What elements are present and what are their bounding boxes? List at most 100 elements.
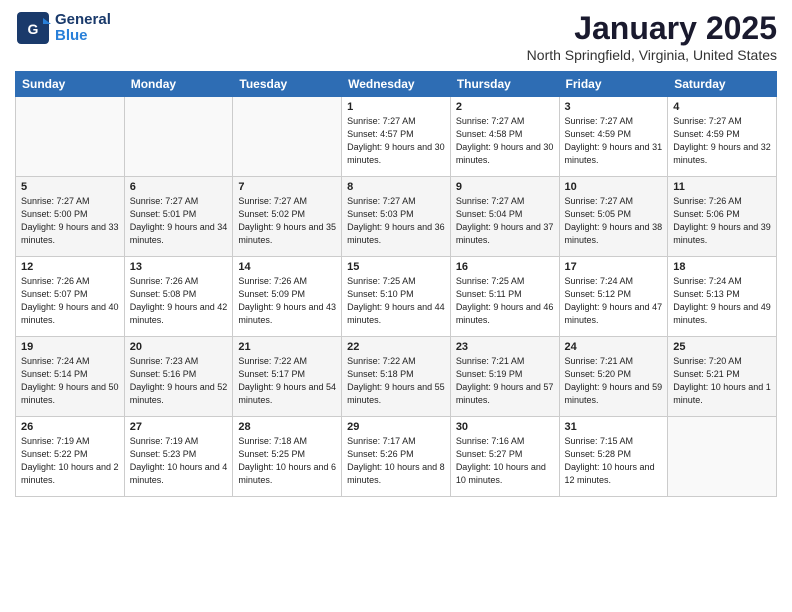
day-info: Sunrise: 7:21 AMSunset: 5:19 PMDaylight:… xyxy=(456,355,554,407)
day-number: 4 xyxy=(673,101,771,113)
calendar-cell: 2 Sunrise: 7:27 AMSunset: 4:58 PMDaylight… xyxy=(450,97,559,177)
location-title: North Springfield, Virginia, United Stat… xyxy=(527,47,777,63)
day-info: Sunrise: 7:26 AMSunset: 5:09 PMDaylight:… xyxy=(238,275,336,327)
day-info: Sunrise: 7:18 AMSunset: 5:25 PMDaylight:… xyxy=(238,435,336,487)
logo-icon: G xyxy=(15,10,51,46)
day-number: 27 xyxy=(130,421,228,433)
day-number: 11 xyxy=(673,181,771,193)
day-number: 6 xyxy=(130,181,228,193)
day-info: Sunrise: 7:27 AMSunset: 5:02 PMDaylight:… xyxy=(238,195,336,247)
day-number: 30 xyxy=(456,421,554,433)
calendar-cell: 31 Sunrise: 7:15 AMSunset: 5:28 PMDayligh… xyxy=(559,417,668,497)
day-info: Sunrise: 7:24 AMSunset: 5:14 PMDaylight:… xyxy=(21,355,119,407)
day-number: 7 xyxy=(238,181,336,193)
weekday-header-row: SundayMondayTuesdayWednesdayThursdayFrid… xyxy=(16,72,777,97)
day-number: 2 xyxy=(456,101,554,113)
calendar-cell: 27 Sunrise: 7:19 AMSunset: 5:23 PMDayligh… xyxy=(124,417,233,497)
day-number: 14 xyxy=(238,261,336,273)
day-number: 19 xyxy=(21,341,119,353)
day-number: 13 xyxy=(130,261,228,273)
calendar-cell: 5 Sunrise: 7:27 AMSunset: 5:00 PMDaylight… xyxy=(16,177,125,257)
calendar-cell xyxy=(233,97,342,177)
calendar-cell xyxy=(16,97,125,177)
week-row-2: 12 Sunrise: 7:26 AMSunset: 5:07 PMDayligh… xyxy=(16,257,777,337)
calendar-cell: 1 Sunrise: 7:27 AMSunset: 4:57 PMDaylight… xyxy=(342,97,451,177)
calendar-cell: 9Sunrise: 7:27 AMSunset: 5:04 PMDaylight… xyxy=(450,177,559,257)
day-number: 15 xyxy=(347,261,445,273)
calendar-cell: 16Sunrise: 7:25 AMSunset: 5:11 PMDayligh… xyxy=(450,257,559,337)
calendar-cell: 30 Sunrise: 7:16 AMSunset: 5:27 PMDayligh… xyxy=(450,417,559,497)
title-section: January 2025 North Springfield, Virginia… xyxy=(527,10,777,63)
calendar-cell: 15Sunrise: 7:25 AMSunset: 5:10 PMDayligh… xyxy=(342,257,451,337)
day-number: 9 xyxy=(456,181,554,193)
calendar-cell xyxy=(668,417,777,497)
calendar-cell: 8Sunrise: 7:27 AMSunset: 5:03 PMDaylight… xyxy=(342,177,451,257)
day-info: Sunrise: 7:24 AMSunset: 5:13 PMDaylight:… xyxy=(673,275,771,327)
day-info: Sunrise: 7:24 AMSunset: 5:12 PMDaylight:… xyxy=(565,275,663,327)
day-info: Sunrise: 7:21 AMSunset: 5:20 PMDaylight:… xyxy=(565,355,663,407)
week-row-0: 1 Sunrise: 7:27 AMSunset: 4:57 PMDaylight… xyxy=(16,97,777,177)
day-number: 3 xyxy=(565,101,663,113)
week-row-3: 19 Sunrise: 7:24 AMSunset: 5:14 PMDayligh… xyxy=(16,337,777,417)
day-number: 16 xyxy=(456,261,554,273)
day-number: 8 xyxy=(347,181,445,193)
weekday-header-friday: Friday xyxy=(559,72,668,97)
calendar-cell: 21 Sunrise: 7:22 AMSunset: 5:17 PMDayligh… xyxy=(233,337,342,417)
day-number: 21 xyxy=(238,341,336,353)
weekday-header-wednesday: Wednesday xyxy=(342,72,451,97)
calendar-cell: 22 Sunrise: 7:22 AMSunset: 5:18 PMDayligh… xyxy=(342,337,451,417)
day-number: 26 xyxy=(21,421,119,433)
calendar-table: SundayMondayTuesdayWednesdayThursdayFrid… xyxy=(15,71,777,497)
day-info: Sunrise: 7:27 AMSunset: 4:59 PMDaylight:… xyxy=(565,115,663,167)
day-info: Sunrise: 7:16 AMSunset: 5:27 PMDaylight:… xyxy=(456,435,554,487)
day-info: Sunrise: 7:19 AMSunset: 5:22 PMDaylight:… xyxy=(21,435,119,487)
calendar-cell: 3 Sunrise: 7:27 AMSunset: 4:59 PMDaylight… xyxy=(559,97,668,177)
day-info: Sunrise: 7:26 AMSunset: 5:08 PMDaylight:… xyxy=(130,275,228,327)
day-info: Sunrise: 7:26 AMSunset: 5:06 PMDaylight:… xyxy=(673,195,771,247)
day-number: 12 xyxy=(21,261,119,273)
calendar-cell: 14 Sunrise: 7:26 AMSunset: 5:09 PMDayligh… xyxy=(233,257,342,337)
weekday-header-saturday: Saturday xyxy=(668,72,777,97)
logo-blue-text: Blue xyxy=(55,28,111,45)
week-row-4: 26 Sunrise: 7:19 AMSunset: 5:22 PMDayligh… xyxy=(16,417,777,497)
logo: G General Blue xyxy=(15,10,111,46)
calendar-cell: 25 Sunrise: 7:20 AMSunset: 5:21 PMDayligh… xyxy=(668,337,777,417)
day-number: 28 xyxy=(238,421,336,433)
day-number: 5 xyxy=(21,181,119,193)
svg-text:G: G xyxy=(28,21,39,37)
day-info: Sunrise: 7:27 AMSunset: 4:57 PMDaylight:… xyxy=(347,115,445,167)
day-info: Sunrise: 7:22 AMSunset: 5:18 PMDaylight:… xyxy=(347,355,445,407)
calendar-cell: 6Sunrise: 7:27 AMSunset: 5:01 PMDaylight… xyxy=(124,177,233,257)
day-number: 18 xyxy=(673,261,771,273)
calendar-cell: 18 Sunrise: 7:24 AMSunset: 5:13 PMDayligh… xyxy=(668,257,777,337)
day-info: Sunrise: 7:27 AMSunset: 5:00 PMDaylight:… xyxy=(21,195,119,247)
calendar-cell xyxy=(124,97,233,177)
calendar-cell: 19 Sunrise: 7:24 AMSunset: 5:14 PMDayligh… xyxy=(16,337,125,417)
main-container: G General Blue January 2025 North Spring… xyxy=(0,0,792,502)
day-info: Sunrise: 7:19 AMSunset: 5:23 PMDaylight:… xyxy=(130,435,228,487)
calendar-cell: 20 Sunrise: 7:23 AMSunset: 5:16 PMDayligh… xyxy=(124,337,233,417)
calendar-cell: 11 Sunrise: 7:26 AMSunset: 5:06 PMDayligh… xyxy=(668,177,777,257)
day-info: Sunrise: 7:26 AMSunset: 5:07 PMDaylight:… xyxy=(21,275,119,327)
week-row-1: 5 Sunrise: 7:27 AMSunset: 5:00 PMDaylight… xyxy=(16,177,777,257)
calendar-cell: 13 Sunrise: 7:26 AMSunset: 5:08 PMDayligh… xyxy=(124,257,233,337)
day-info: Sunrise: 7:23 AMSunset: 5:16 PMDaylight:… xyxy=(130,355,228,407)
calendar-cell: 28 Sunrise: 7:18 AMSunset: 5:25 PMDayligh… xyxy=(233,417,342,497)
weekday-header-thursday: Thursday xyxy=(450,72,559,97)
day-number: 22 xyxy=(347,341,445,353)
calendar-cell: 24Sunrise: 7:21 AMSunset: 5:20 PMDayligh… xyxy=(559,337,668,417)
weekday-header-tuesday: Tuesday xyxy=(233,72,342,97)
calendar-cell: 23 Sunrise: 7:21 AMSunset: 5:19 PMDayligh… xyxy=(450,337,559,417)
weekday-header-monday: Monday xyxy=(124,72,233,97)
logo-text: General xyxy=(55,12,111,29)
day-info: Sunrise: 7:15 AMSunset: 5:28 PMDaylight:… xyxy=(565,435,663,487)
day-number: 31 xyxy=(565,421,663,433)
day-number: 25 xyxy=(673,341,771,353)
calendar-cell: 4Sunrise: 7:27 AMSunset: 4:59 PMDaylight… xyxy=(668,97,777,177)
day-info: Sunrise: 7:27 AMSunset: 4:58 PMDaylight:… xyxy=(456,115,554,167)
day-number: 1 xyxy=(347,101,445,113)
day-number: 20 xyxy=(130,341,228,353)
day-info: Sunrise: 7:22 AMSunset: 5:17 PMDaylight:… xyxy=(238,355,336,407)
day-info: Sunrise: 7:20 AMSunset: 5:21 PMDaylight:… xyxy=(673,355,771,407)
day-number: 23 xyxy=(456,341,554,353)
